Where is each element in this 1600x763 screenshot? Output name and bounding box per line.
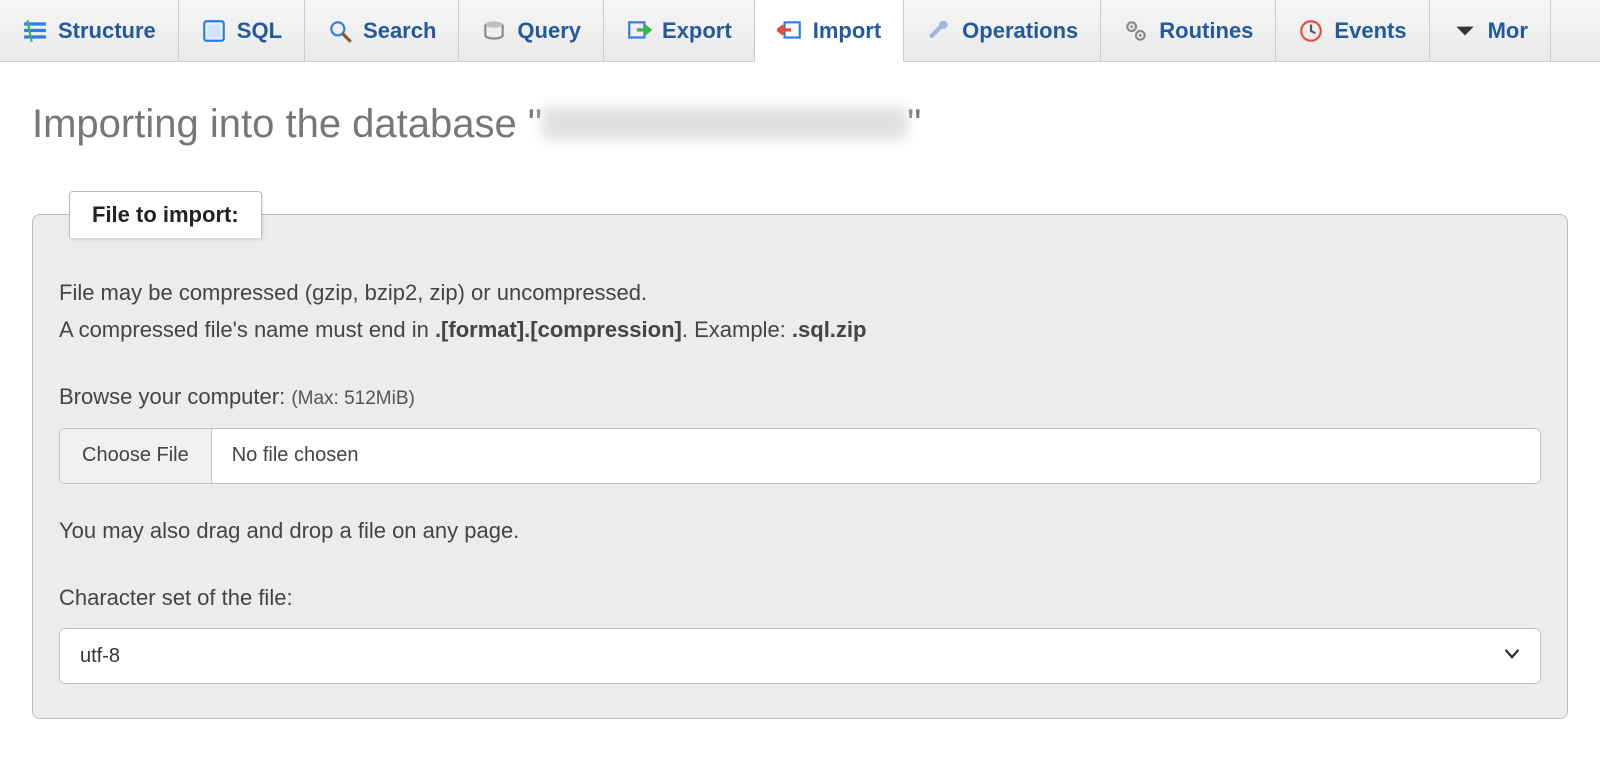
compression-info-line1: File may be compressed (gzip, bzip2, zip…: [59, 276, 1541, 309]
fieldset-legend: File to import:: [69, 191, 262, 238]
chevron-down-icon: [1452, 18, 1478, 44]
tab-structure[interactable]: Structure: [0, 0, 179, 61]
tab-export[interactable]: Export: [604, 0, 755, 61]
title-suffix: ": [907, 102, 921, 146]
tabbar: Structure SQL Search Query Export Import: [0, 0, 1600, 62]
file-chosen-status: No file chosen: [212, 429, 1540, 483]
query-icon: [481, 18, 507, 44]
tab-events[interactable]: Events: [1276, 0, 1429, 61]
wrench-icon: [926, 18, 952, 44]
page-title: Importing into the database " ": [32, 102, 1568, 147]
tab-label: Routines: [1159, 18, 1253, 44]
tab-operations[interactable]: Operations: [904, 0, 1101, 61]
tab-label: Events: [1334, 18, 1406, 44]
browse-label: Browse your computer: (Max: 512MiB): [59, 380, 1541, 414]
database-name-redacted: [542, 107, 907, 139]
structure-icon: [22, 18, 48, 44]
title-prefix: Importing into the database ": [32, 102, 542, 146]
tab-label: Search: [363, 18, 436, 44]
import-icon: [777, 18, 803, 44]
tab-sql[interactable]: SQL: [179, 0, 305, 61]
gears-icon: [1123, 18, 1149, 44]
clock-icon: [1298, 18, 1324, 44]
dragdrop-hint: You may also drag and drop a file on any…: [59, 514, 1541, 547]
charset-select[interactable]: utf-8: [59, 628, 1541, 684]
tab-import[interactable]: Import: [755, 0, 904, 62]
file-to-import-fieldset: File to import: File may be compressed (…: [32, 191, 1568, 719]
tab-label: Query: [517, 18, 581, 44]
tab-routines[interactable]: Routines: [1101, 0, 1276, 61]
tab-label: Mor: [1488, 18, 1528, 44]
tab-label: Export: [662, 18, 732, 44]
charset-label: Character set of the file:: [59, 581, 1541, 614]
tab-search[interactable]: Search: [305, 0, 459, 61]
max-size: (Max: 512MiB): [291, 388, 415, 409]
tab-label: Import: [813, 18, 881, 44]
export-icon: [626, 18, 652, 44]
search-icon: [327, 18, 353, 44]
page-body: Importing into the database " " File to i…: [0, 62, 1600, 743]
compression-info-line2: A compressed file's name must end in .[f…: [59, 313, 1541, 346]
tab-label: Operations: [962, 18, 1078, 44]
sql-icon: [201, 18, 227, 44]
tab-label: Structure: [58, 18, 156, 44]
tab-label: SQL: [237, 18, 282, 44]
charset-select-wrap: utf-8: [59, 628, 1541, 684]
tab-query[interactable]: Query: [459, 0, 604, 61]
tab-more[interactable]: Mor: [1430, 0, 1551, 61]
choose-file-button[interactable]: Choose File: [60, 429, 212, 483]
file-input-row: Choose File No file chosen: [59, 428, 1541, 484]
